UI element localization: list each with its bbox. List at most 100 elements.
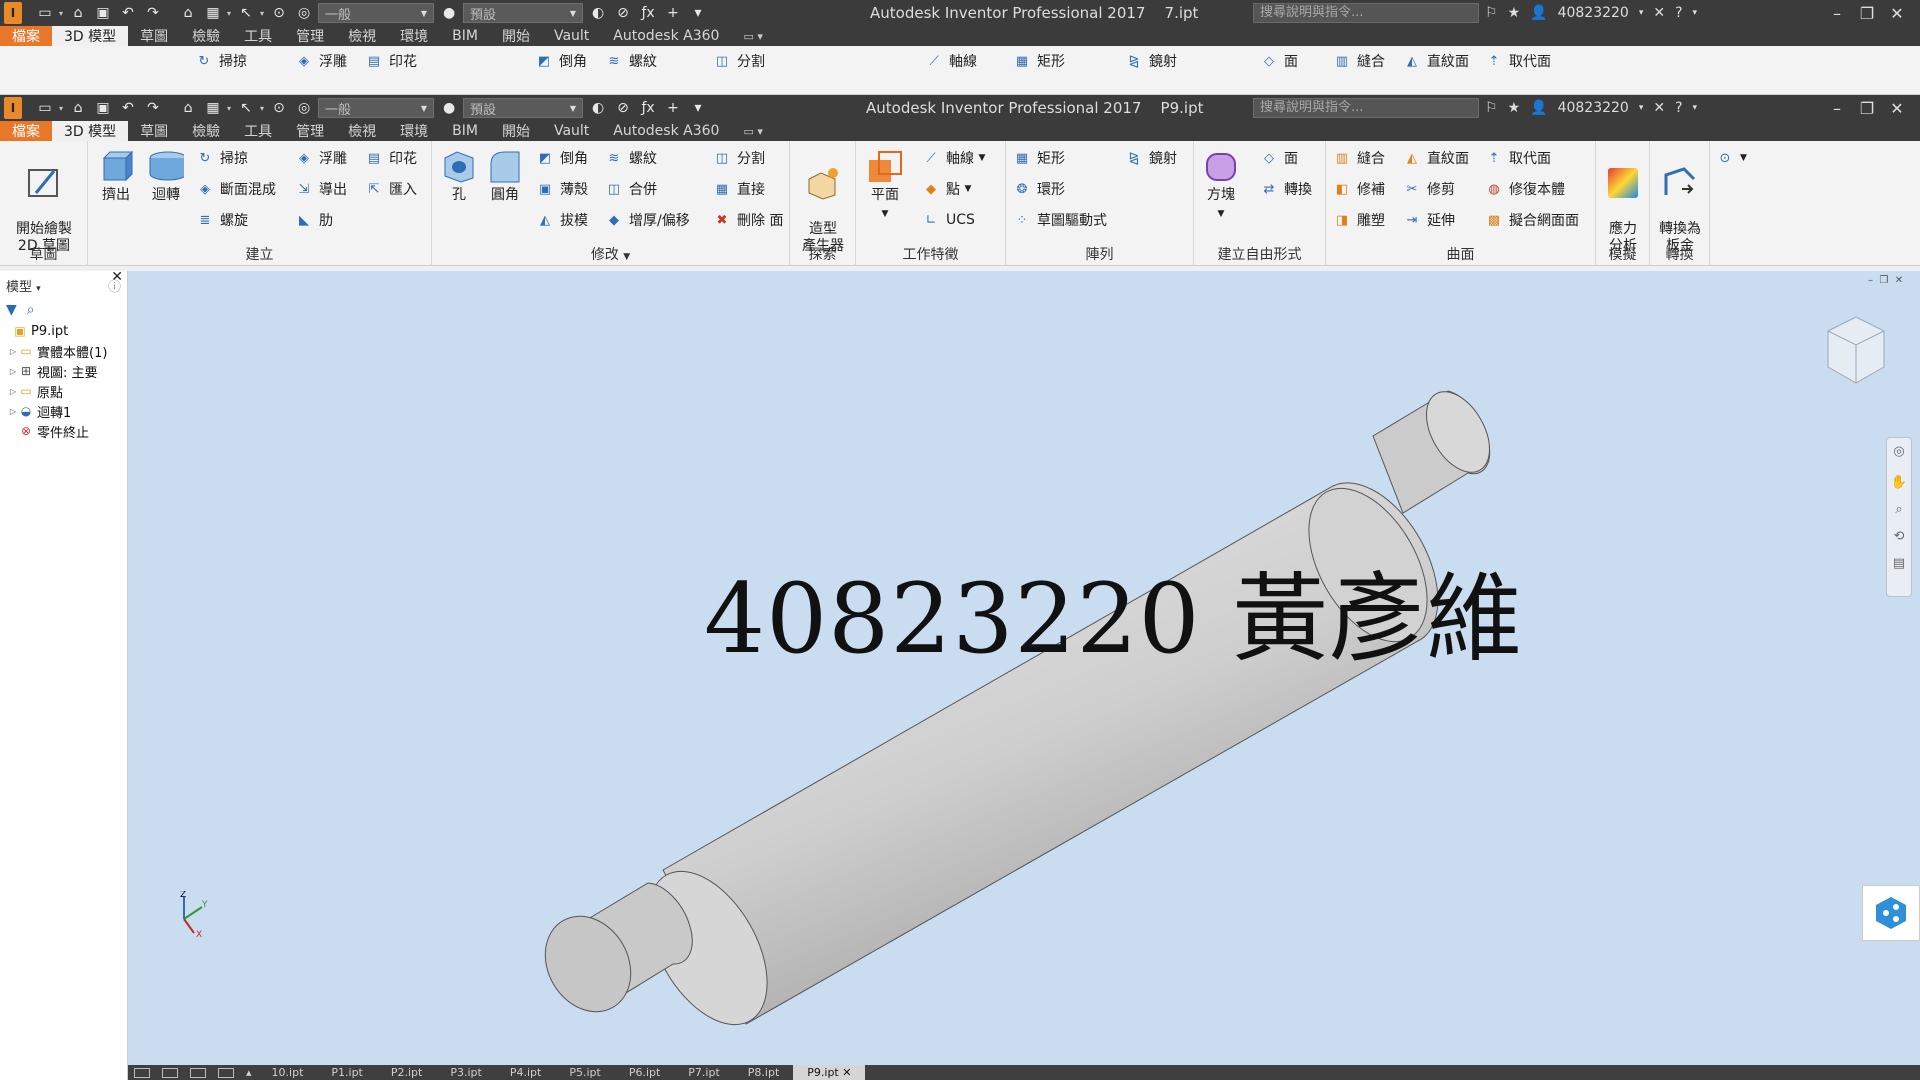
tree-item-revolve1[interactable]: ▷ ◒ 迴轉1 [0,401,127,421]
expand-icon[interactable]: ▷ [8,407,18,416]
direct-edit-button[interactable]: ▦ 直接 [713,178,765,200]
tab-file[interactable]: 檔案 [0,121,52,141]
ruled-surface-button[interactable]: ◭ 直紋面 [1403,50,1469,72]
cascade-layout-icon[interactable] [218,1067,234,1078]
plane-button[interactable]: 平面 ▼ [862,148,908,223]
rectangular-pattern-button[interactable]: ▦ 矩形 [1013,50,1065,72]
doc-tab[interactable]: P1.ipt [317,1065,376,1080]
replace-face-button[interactable]: ⇡ 取代面 [1485,50,1551,72]
new-file-icon[interactable]: ▭ [34,97,56,119]
close-icon[interactable]: ✕ [1882,99,1912,118]
signin-icon[interactable]: ⚐ [1485,100,1498,116]
tile-layout-icon[interactable] [134,1067,150,1078]
point-button[interactable]: ◆ 點 ▼ [922,178,971,200]
tab-file[interactable]: 檔案 [0,26,52,46]
inventor-logo-icon[interactable]: I [4,97,22,119]
doc-tab[interactable]: P2.ipt [377,1065,436,1080]
doc-tab[interactable]: P4.ipt [496,1065,555,1080]
tree-item-view[interactable]: ▷ ⊞ 視圖: 主要 [0,361,127,381]
user-icon[interactable]: 👤 [1530,100,1547,116]
search-input[interactable]: 搜尋說明與指令... [1253,98,1479,118]
extend-button[interactable]: ⇥ 延伸 [1403,209,1455,231]
measure-icon[interactable]: ⊙ [268,97,290,119]
vertical-layout-icon[interactable] [190,1067,206,1078]
tab-tools[interactable]: 工具 [232,121,284,141]
tab-tools[interactable]: 工具 [232,26,284,46]
tree-item-solid-bodies[interactable]: ▷ ▭ 實體本體(1) [0,341,127,361]
signin-icon[interactable]: ⚐ [1485,5,1498,21]
material-combo[interactable]: 預設 ▼ [463,3,584,23]
delete-face-button[interactable]: ✖ 刪除 面 [713,209,784,231]
patch-button[interactable]: ◧ 修補 [1333,178,1385,200]
shape-generator-button[interactable]: 造型 產生器 [794,148,852,255]
customize-icon[interactable]: ▾ [687,97,709,119]
start-2d-sketch-button[interactable]: 開始繪製 2D 草圖 [6,148,82,255]
face-button[interactable]: ◇ 面 [1260,50,1298,72]
tab-inspect[interactable]: 檢驗 [180,26,232,46]
horizontal-layout-icon[interactable] [162,1067,178,1078]
close-icon[interactable]: ✕ [1882,4,1912,23]
thicken-offset-button[interactable]: ◆ 增厚/偏移 [605,209,690,231]
undo-icon[interactable]: ↶ [117,97,139,119]
derive-button[interactable]: ⇲ 導出 [295,178,347,200]
tree-item-origin[interactable]: ▷ ▭ 原點 [0,381,127,401]
tab-get-started[interactable]: 開始 [490,121,542,141]
tab-environments[interactable]: 環境 [388,121,440,141]
doc-tab[interactable]: P3.ipt [436,1065,495,1080]
doc-tab-close-icon[interactable]: ✕ [842,1066,851,1079]
viewport-minimize-icon[interactable]: – [1868,275,1873,286]
emboss-button[interactable]: ◈ 浮雕 [295,147,347,169]
tab-manage[interactable]: 管理 [284,26,336,46]
graphics-viewport[interactable]: 40823220 黃彥維 – ❐ ✕ ◎ ✋ ⌕ ⟲ ▤ Z Y X [128,271,1920,1065]
user-name[interactable]: 40823220 [1558,100,1629,116]
minimize-icon[interactable]: – [1822,99,1852,118]
doc-tab[interactable]: P7.ipt [674,1065,733,1080]
hole-button[interactable]: 孔 [438,148,480,204]
freeform-face-button[interactable]: ◇ 面 [1260,147,1298,169]
customize-icon[interactable]: ▾ [687,2,709,24]
tab-manage[interactable]: 管理 [284,121,336,141]
doc-tab[interactable]: P6.ipt [615,1065,674,1080]
combine-button[interactable]: ◫ 合併 [605,178,657,200]
chamfer-button[interactable]: ◩ 倒角 [536,147,588,169]
circular-pattern-button[interactable]: ❂ 環形 [1013,178,1065,200]
rectangular-pattern-button[interactable]: ▦ 矩形 [1013,147,1065,169]
plus-icon[interactable]: + [662,97,684,119]
browser-close-icon[interactable]: ✕ [111,269,123,285]
viewport-restore-icon[interactable]: ❐ [1879,275,1888,286]
help-icon[interactable]: ? [1675,100,1682,116]
repair-bodies-button[interactable]: ◍ 修復本體 [1485,178,1565,200]
loft-button[interactable]: ◈ 斷面混成 [196,178,276,200]
expand-icon[interactable]: ▷ [8,367,18,376]
filter-icon[interactable]: ▼ [6,302,17,318]
minimize-icon[interactable]: – [1822,4,1852,23]
search-input[interactable]: 搜尋說明與指令... [1253,3,1479,23]
draft-button[interactable]: ◭ 拔模 [536,209,588,231]
fx-icon[interactable]: ƒx [637,97,659,119]
decal-button[interactable]: ▤ 印花 [365,50,417,72]
restore-icon[interactable]: ❐ [1852,99,1882,118]
shell-button[interactable]: ▣ 薄殼 [536,178,588,200]
tab-a360[interactable]: Autodesk A360 [601,26,731,46]
panel-title-modify[interactable]: 修改 ▼ [432,244,789,264]
steering-wheel-icon[interactable]: ◎ [1893,444,1904,459]
user-dropdown-icon[interactable]: ▾ [1639,103,1644,113]
tab-vault[interactable]: Vault [542,26,601,46]
tab-view[interactable]: 檢視 [336,26,388,46]
clear-override-icon[interactable]: ⊘ [612,2,634,24]
star-icon[interactable]: ★ [1508,5,1521,21]
tab-vault[interactable]: Vault [542,121,601,141]
update-icon[interactable]: ▦ [202,97,224,119]
mirror-button[interactable]: ⧎ 鏡射 [1125,147,1177,169]
tab-list-icon[interactable]: ▴ [246,1066,252,1079]
measure-icon[interactable]: ⊙ [268,2,290,24]
select-icon[interactable]: ↖ [235,97,257,119]
axis-button[interactable]: ⟋ 軸線 ▼ [922,147,985,169]
update-icon[interactable]: ▦ [202,2,224,24]
tab-sketch[interactable]: 草圖 [128,121,180,141]
new-file-icon[interactable]: ▭ [34,2,56,24]
coil-button[interactable]: ≣ 螺旋 [196,209,248,231]
tab-bim[interactable]: BIM [440,121,490,141]
restore-icon[interactable]: ❐ [1852,4,1882,23]
sweep-button[interactable]: ↻ 掃掠 [196,147,248,169]
